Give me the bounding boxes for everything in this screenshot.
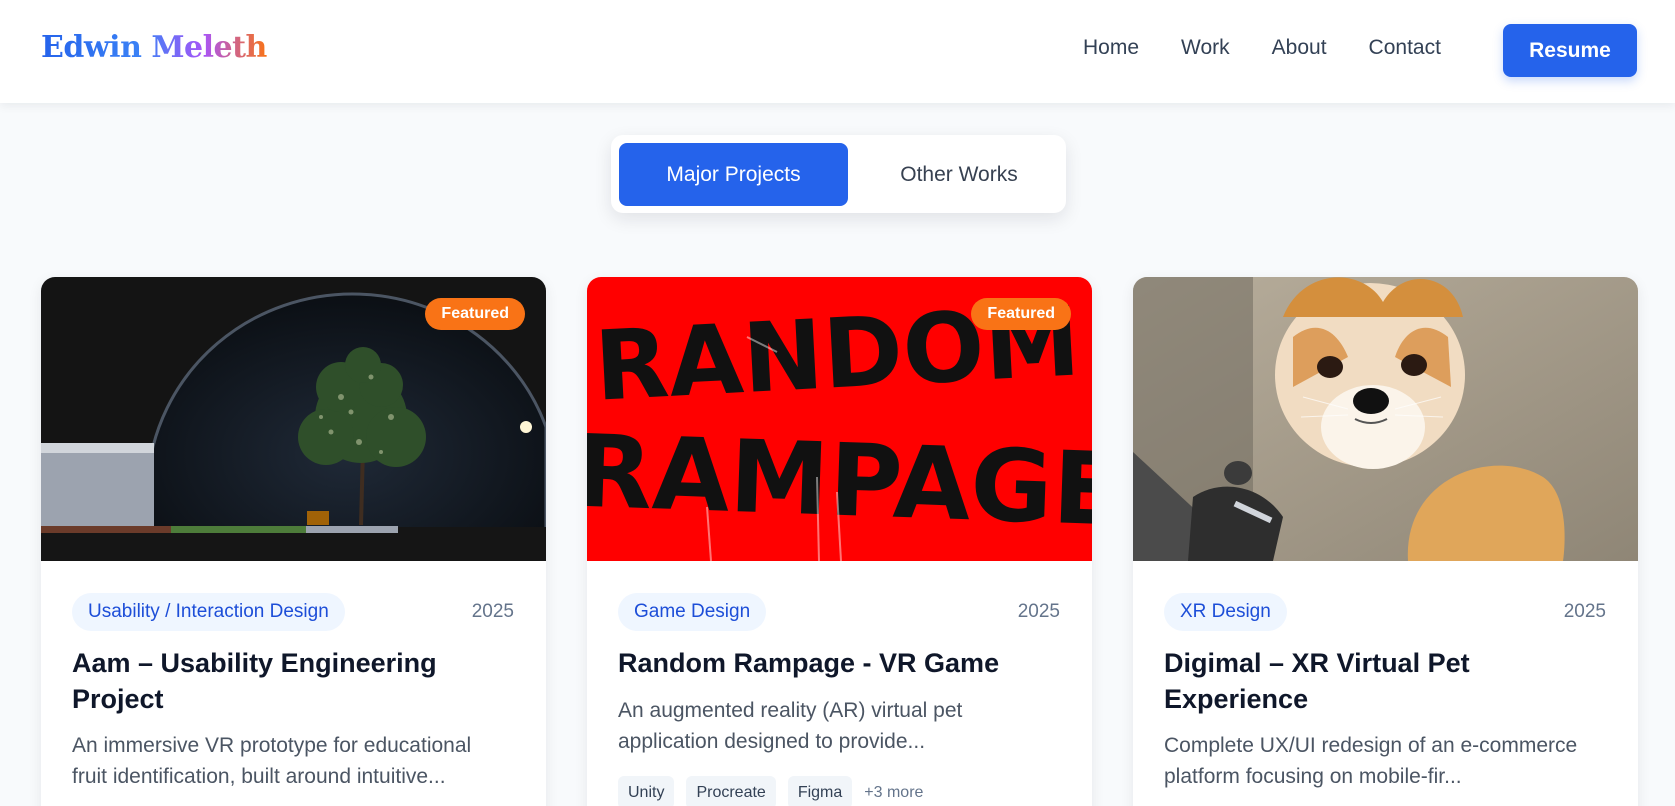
- nav-contact-link[interactable]: Contact: [1369, 36, 1441, 60]
- nav-about-link[interactable]: About: [1272, 36, 1327, 60]
- tool-tags: Unity Procreate Figma +3 more: [618, 776, 923, 806]
- project-thumbnail: Featured: [41, 277, 546, 561]
- xr-shiba-dog-image: [1133, 277, 1638, 561]
- project-title[interactable]: Random Rampage - VR Game: [618, 645, 1058, 681]
- tab-major-projects[interactable]: Major Projects: [619, 143, 848, 206]
- project-description: An immersive VR prototype for educationa…: [72, 734, 472, 788]
- tag-procreate: Procreate: [686, 776, 776, 806]
- site-logo[interactable]: Edwin Meleth: [41, 30, 267, 65]
- more-tags-link[interactable]: +3 more: [864, 784, 923, 802]
- project-thumbnail: [1133, 277, 1638, 561]
- project-year: 2025: [1563, 601, 1606, 622]
- featured-badge: Featured: [425, 298, 525, 330]
- nav-work-link[interactable]: Work: [1181, 36, 1230, 60]
- resume-button[interactable]: Resume: [1503, 24, 1637, 77]
- category-pill: XR Design: [1164, 593, 1287, 631]
- project-year: 2025: [1017, 601, 1060, 622]
- main-nav: Home Work About Contact: [1083, 36, 1483, 60]
- category-pill: Usability / Interaction Design: [72, 593, 345, 631]
- site-header: Edwin Meleth Home Work About Contact Res…: [0, 0, 1675, 103]
- project-year: 2025: [471, 601, 514, 622]
- nav-home-link[interactable]: Home: [1083, 36, 1139, 60]
- project-title[interactable]: Aam – Usability Engineering Project: [72, 645, 512, 717]
- project-thumbnail: RANDOM RAMPAGE Featured: [587, 277, 1092, 561]
- featured-badge: Featured: [971, 298, 1071, 330]
- project-description: Complete UX/UI redesign of an e-commerce…: [1164, 734, 1578, 788]
- tag-unity: Unity: [618, 776, 675, 806]
- project-description: An augmented reality (AR) virtual pet ap…: [618, 699, 963, 753]
- project-card[interactable]: Featured Usability / Interaction Design …: [41, 277, 546, 806]
- tab-other-works[interactable]: Other Works: [859, 143, 1059, 206]
- project-title[interactable]: Digimal – XR Virtual Pet Experience: [1164, 645, 1604, 717]
- project-tabs: Major Projects Other Works: [611, 135, 1066, 213]
- project-card[interactable]: XR Design 2025 Digimal – XR Virtual Pet …: [1133, 277, 1638, 806]
- project-card[interactable]: RANDOM RAMPAGE Featured Game Design 2025…: [587, 277, 1092, 806]
- tag-figma: Figma: [787, 776, 853, 806]
- category-pill: Game Design: [618, 593, 767, 631]
